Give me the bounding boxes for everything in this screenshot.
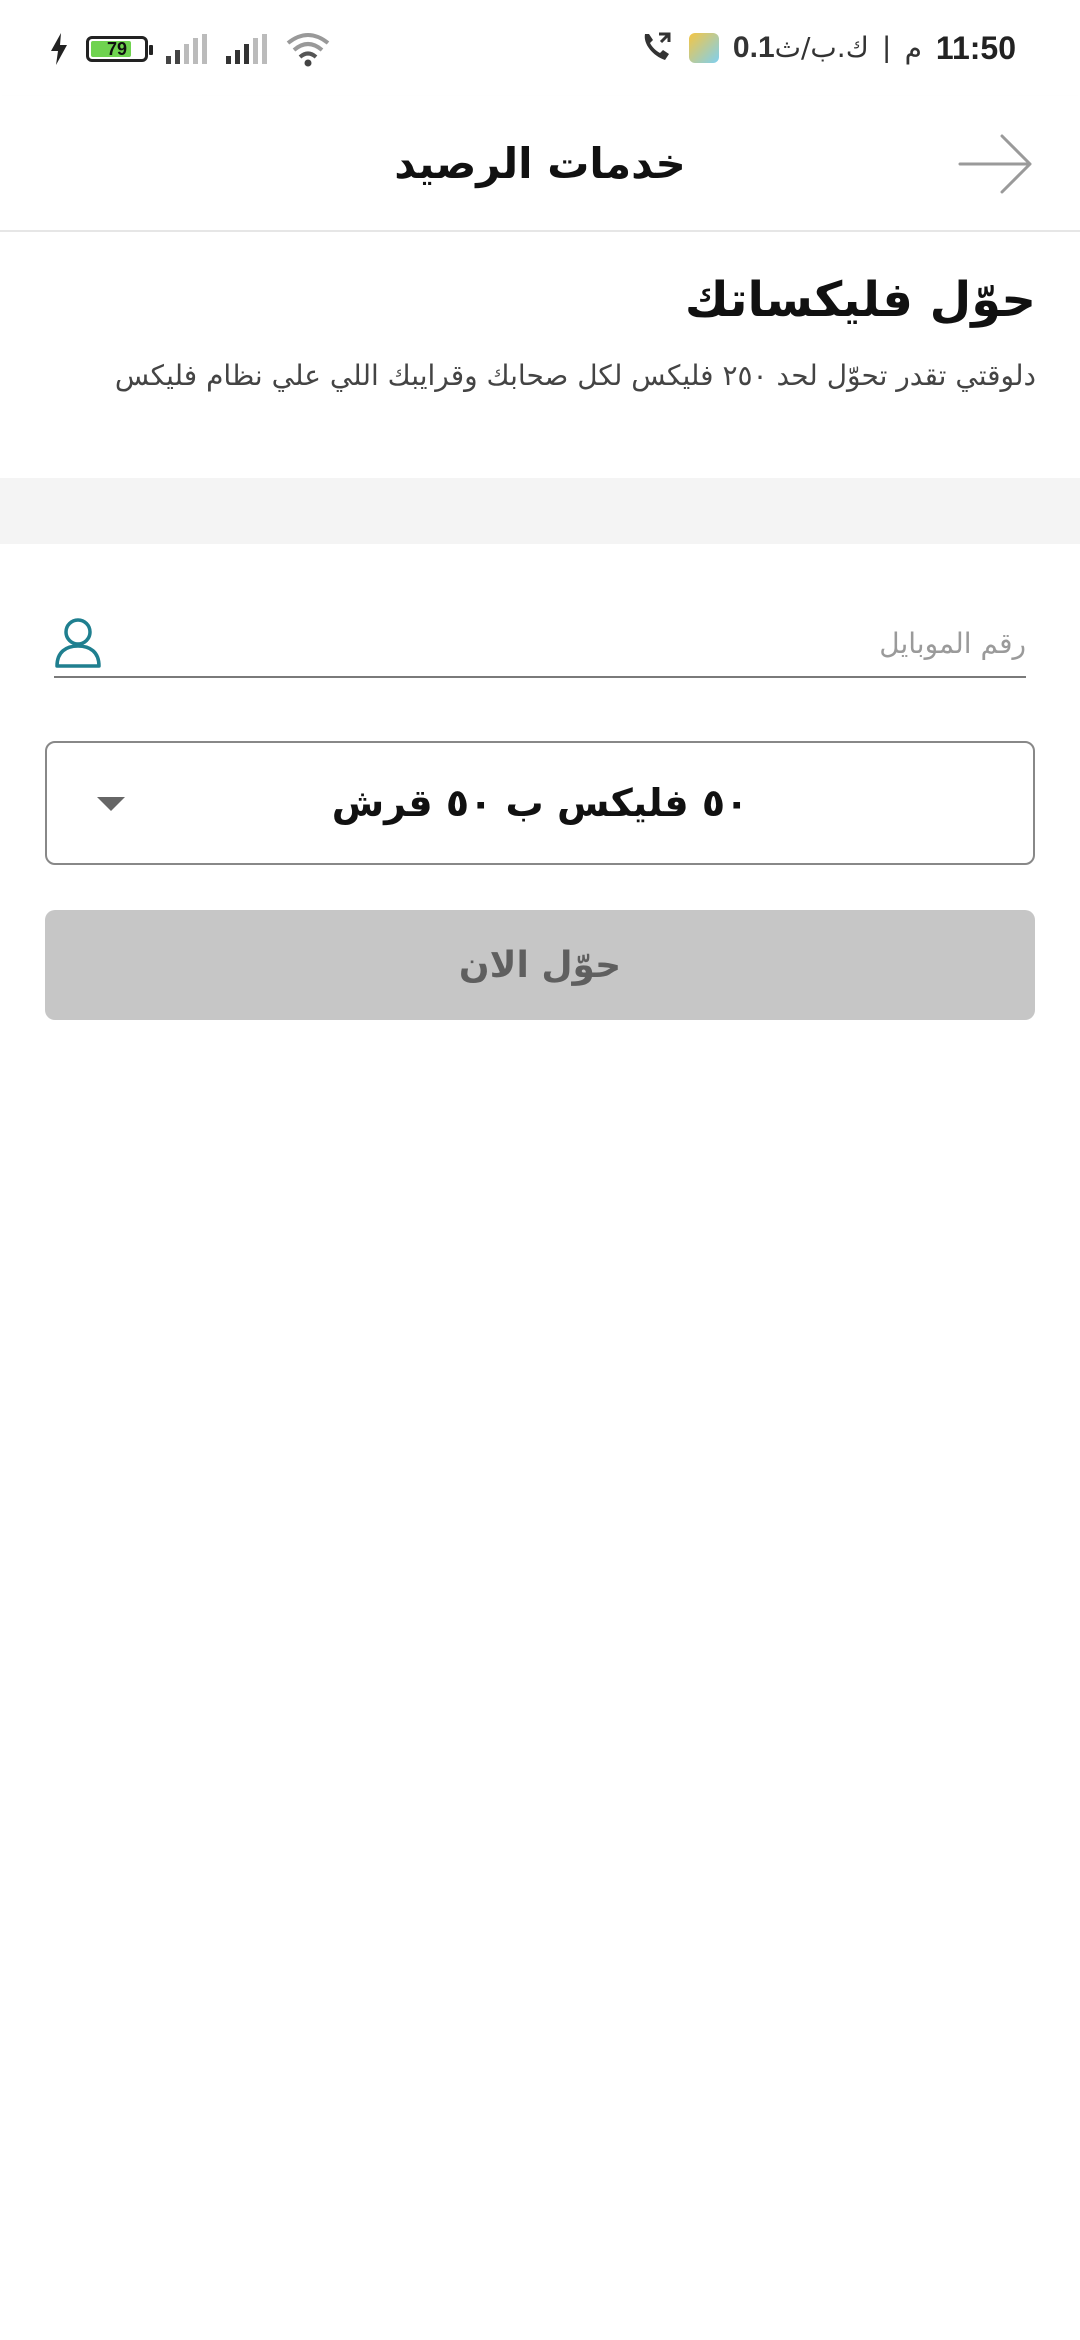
network-speed-value: 0.1: [732, 31, 775, 64]
phone-field: [54, 612, 1026, 678]
arrow-right-icon: [958, 134, 1032, 194]
page-title: خدمات الرصيد: [394, 138, 686, 188]
charging-icon: [51, 33, 67, 65]
battery-icon: 79: [86, 36, 153, 62]
status-bar: 79 0.1ك.ب/ث | م 11:50: [0, 0, 1080, 96]
app-bar: خدمات الرصيد: [0, 96, 1080, 232]
section-divider: [0, 478, 1080, 544]
app-notification-icon: [688, 33, 719, 63]
status-ampm: م: [904, 31, 922, 65]
status-bar-right: 0.1ك.ب/ث | م 11:50: [639, 22, 1016, 74]
transfer-now-button[interactable]: حوّل الان: [45, 910, 1035, 1020]
caret-down-icon: [97, 797, 125, 811]
signal-icon-sim1: [166, 34, 207, 64]
network-speed-unit: ك.ب/ث: [774, 31, 869, 64]
wifi-icon: [286, 33, 330, 67]
status-separator: |: [882, 31, 891, 64]
back-button[interactable]: [956, 124, 1036, 204]
intro-title: حوّل فليكساتك: [684, 272, 1036, 328]
status-time: 11:50: [935, 29, 1016, 66]
call-forward-icon: [644, 32, 671, 60]
phone-input[interactable]: [106, 612, 1026, 674]
network-speed: 0.1ك.ب/ث: [733, 31, 869, 65]
status-bar-left: 79: [50, 26, 330, 72]
battery-level: 79: [106, 38, 128, 59]
signal-icon-sim2: [226, 34, 267, 64]
user-icon: [55, 618, 101, 668]
bundle-selected-value: ٥٠ فليكس ب ٥٠ قرش: [331, 781, 749, 825]
intro-description: دلوقتي تقدر تحوّل لحد ٢٥٠ فليكس لكل صحاب…: [114, 359, 1036, 392]
intro-section: حوّل فليكساتك دلوقتي تقدر تحوّل لحد ٢٥٠ …: [0, 232, 1080, 478]
bundle-select[interactable]: ٥٠ فليكس ب ٥٠ قرش: [45, 741, 1035, 865]
